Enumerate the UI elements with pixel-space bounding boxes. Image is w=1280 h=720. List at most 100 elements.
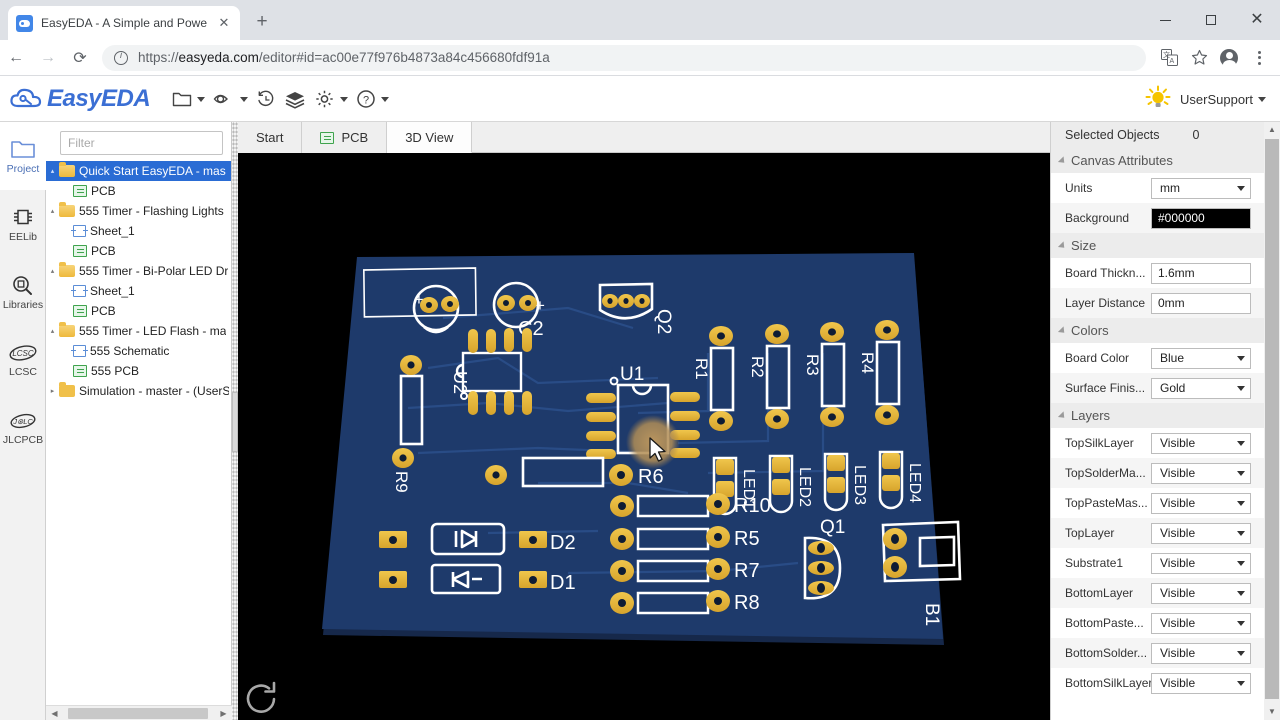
lightbulb-icon[interactable] bbox=[1144, 85, 1172, 113]
scrollbar-thumb[interactable] bbox=[68, 708, 208, 719]
history-button[interactable] bbox=[256, 90, 276, 109]
property-select[interactable]: Visible bbox=[1151, 432, 1251, 454]
property-select[interactable]: Visible bbox=[1151, 582, 1251, 604]
rail-item-jlcpcb[interactable]: J⊛LC JLCPCB bbox=[0, 394, 46, 462]
collapse-triangle-icon bbox=[1057, 156, 1068, 166]
settings-menu-button[interactable] bbox=[314, 89, 349, 109]
section-header-size[interactable]: Size bbox=[1051, 233, 1265, 258]
pcb-3d-canvas[interactable]: + + C2 Q2 U2 R9 U1 R1 R2 R3 R4 LED1 LED2… bbox=[238, 153, 1050, 720]
tree-twisty-icon[interactable]: ▴ bbox=[46, 167, 59, 175]
new-tab-button[interactable]: + bbox=[248, 12, 276, 34]
rail-item-project[interactable]: Project bbox=[0, 122, 46, 190]
profile-avatar-icon[interactable] bbox=[1214, 44, 1244, 72]
chevron-down-icon bbox=[340, 96, 349, 102]
section-header-layers[interactable]: Layers bbox=[1051, 403, 1265, 428]
tree-twisty-icon[interactable]: ▴ bbox=[46, 267, 59, 275]
property-text-field[interactable]: 0mm bbox=[1151, 292, 1251, 314]
view-menu-button[interactable] bbox=[213, 90, 249, 108]
back-button[interactable]: ← bbox=[0, 44, 32, 72]
file-menu-button[interactable] bbox=[172, 90, 206, 108]
property-label: Board Color bbox=[1065, 351, 1130, 365]
tree-item[interactable]: ▴ Quick Start EasyEDA - mas bbox=[46, 161, 231, 181]
property-select[interactable]: Visible bbox=[1151, 492, 1251, 514]
property-select[interactable]: Visible bbox=[1151, 612, 1251, 634]
tree-item[interactable]: ▸ Simulation - master - (UserS bbox=[46, 381, 231, 401]
tree-item[interactable]: Sheet_1 bbox=[46, 281, 231, 301]
property-select-value: Visible bbox=[1160, 616, 1196, 630]
rotate-view-icon[interactable] bbox=[240, 677, 284, 720]
tree-item[interactable]: 555 Schematic bbox=[46, 341, 231, 361]
chevron-down-icon bbox=[1237, 500, 1245, 506]
browser-menu-icon[interactable] bbox=[1244, 44, 1274, 72]
tree-item[interactable]: ▴ 555 Timer - LED Flash - ma bbox=[46, 321, 231, 341]
property-select[interactable]: Visible bbox=[1151, 522, 1251, 544]
property-select[interactable]: Visible bbox=[1151, 552, 1251, 574]
property-select[interactable]: mm bbox=[1151, 177, 1251, 199]
rail-item-lcsc[interactable]: LCSC LCSC bbox=[0, 326, 46, 394]
svg-text:U2: U2 bbox=[450, 371, 470, 394]
browser-tab-strip: EasyEDA - A Simple and Powe ✕ + ✕ bbox=[0, 0, 1280, 40]
tree-item-label: Sheet_1 bbox=[90, 284, 135, 298]
properties-vertical-scrollbar[interactable]: ▲ ▼ bbox=[1264, 122, 1280, 720]
lcsc-icon: LCSC bbox=[9, 344, 37, 361]
maximize-button[interactable] bbox=[1188, 0, 1234, 40]
tree-twisty-icon[interactable]: ▸ bbox=[46, 387, 59, 395]
scroll-down-arrow-icon[interactable]: ▼ bbox=[1266, 705, 1278, 719]
document-tabs: Start PCB 3D View bbox=[238, 122, 1050, 153]
tab-start[interactable]: Start bbox=[238, 122, 303, 153]
section-header-colors[interactable]: Colors bbox=[1051, 318, 1265, 343]
address-bar[interactable]: https://easyeda.com/editor#id=ac00e77f97… bbox=[102, 44, 1146, 71]
tree-twisty-icon[interactable]: ▴ bbox=[46, 327, 59, 335]
site-info-icon[interactable] bbox=[114, 50, 128, 65]
close-window-button[interactable]: ✕ bbox=[1234, 0, 1280, 40]
filter-box[interactable] bbox=[60, 131, 223, 155]
layers-icon bbox=[285, 91, 305, 109]
bookmark-star-icon[interactable] bbox=[1184, 44, 1214, 72]
chevron-down-icon[interactable] bbox=[1258, 96, 1266, 102]
browser-tab[interactable]: EasyEDA - A Simple and Powe ✕ bbox=[8, 6, 240, 40]
minimize-button[interactable] bbox=[1142, 0, 1188, 40]
rail-item-eelib[interactable]: EELib bbox=[0, 190, 46, 258]
forward-button[interactable]: → bbox=[32, 44, 64, 72]
tree-item[interactable]: PCB bbox=[46, 241, 231, 261]
scroll-up-arrow-icon[interactable]: ▲ bbox=[1266, 123, 1278, 137]
tree-item[interactable]: Sheet_1 bbox=[46, 221, 231, 241]
tree-item[interactable]: PCB bbox=[46, 301, 231, 321]
scroll-right-arrow-icon[interactable]: ▶ bbox=[218, 708, 229, 719]
tree-item[interactable]: ▴ 555 Timer - Flashing Lights bbox=[46, 201, 231, 221]
collapse-triangle-icon bbox=[1057, 241, 1068, 251]
rail-item-libraries[interactable]: Libraries bbox=[0, 258, 46, 326]
color-swatch-field[interactable]: #000000 bbox=[1151, 207, 1251, 229]
property-row: BottomSilkLayer Visible bbox=[1051, 668, 1265, 698]
tree-twisty-icon[interactable]: ▴ bbox=[46, 207, 59, 215]
tree-item[interactable]: PCB bbox=[46, 181, 231, 201]
property-select[interactable]: Visible bbox=[1151, 642, 1251, 664]
property-select[interactable]: Visible bbox=[1151, 672, 1251, 694]
user-name-label[interactable]: UserSupport bbox=[1180, 92, 1253, 107]
scroll-left-arrow-icon[interactable]: ◀ bbox=[49, 708, 60, 719]
section-header-canvas-attributes[interactable]: Canvas Attributes bbox=[1051, 148, 1265, 173]
tab-pcb[interactable]: PCB bbox=[302, 122, 388, 153]
tree-item[interactable]: 555 PCB bbox=[46, 361, 231, 381]
property-select[interactable]: Gold bbox=[1151, 377, 1251, 399]
scrollbar-thumb[interactable] bbox=[1265, 139, 1279, 699]
property-text-field[interactable]: 1.6mm bbox=[1151, 262, 1251, 284]
property-select[interactable]: Blue bbox=[1151, 347, 1251, 369]
tree-item[interactable]: ▴ 555 Timer - Bi-Polar LED Dr bbox=[46, 261, 231, 281]
filter-input[interactable] bbox=[68, 136, 215, 150]
property-label: Board Thickn... bbox=[1065, 266, 1146, 280]
close-tab-icon[interactable]: ✕ bbox=[216, 15, 232, 31]
rail-label: LCSC bbox=[8, 365, 37, 378]
logo-text: EasyEDA bbox=[47, 85, 151, 112]
translate-icon[interactable]: 文A bbox=[1154, 44, 1184, 72]
reload-button[interactable]: ⟳ bbox=[64, 44, 96, 72]
chevron-down-icon bbox=[381, 96, 390, 102]
tab-3d-view[interactable]: 3D View bbox=[387, 122, 473, 153]
help-menu-button[interactable]: ? bbox=[356, 89, 390, 109]
svg-text:R8: R8 bbox=[734, 592, 760, 614]
easyeda-logo[interactable]: EasyEDA bbox=[10, 85, 151, 113]
layers-button[interactable] bbox=[284, 90, 306, 109]
sidebar-horizontal-scrollbar[interactable]: ◀ ▶ bbox=[46, 705, 232, 720]
chevron-down-icon bbox=[1237, 530, 1245, 536]
property-select[interactable]: Visible bbox=[1151, 462, 1251, 484]
